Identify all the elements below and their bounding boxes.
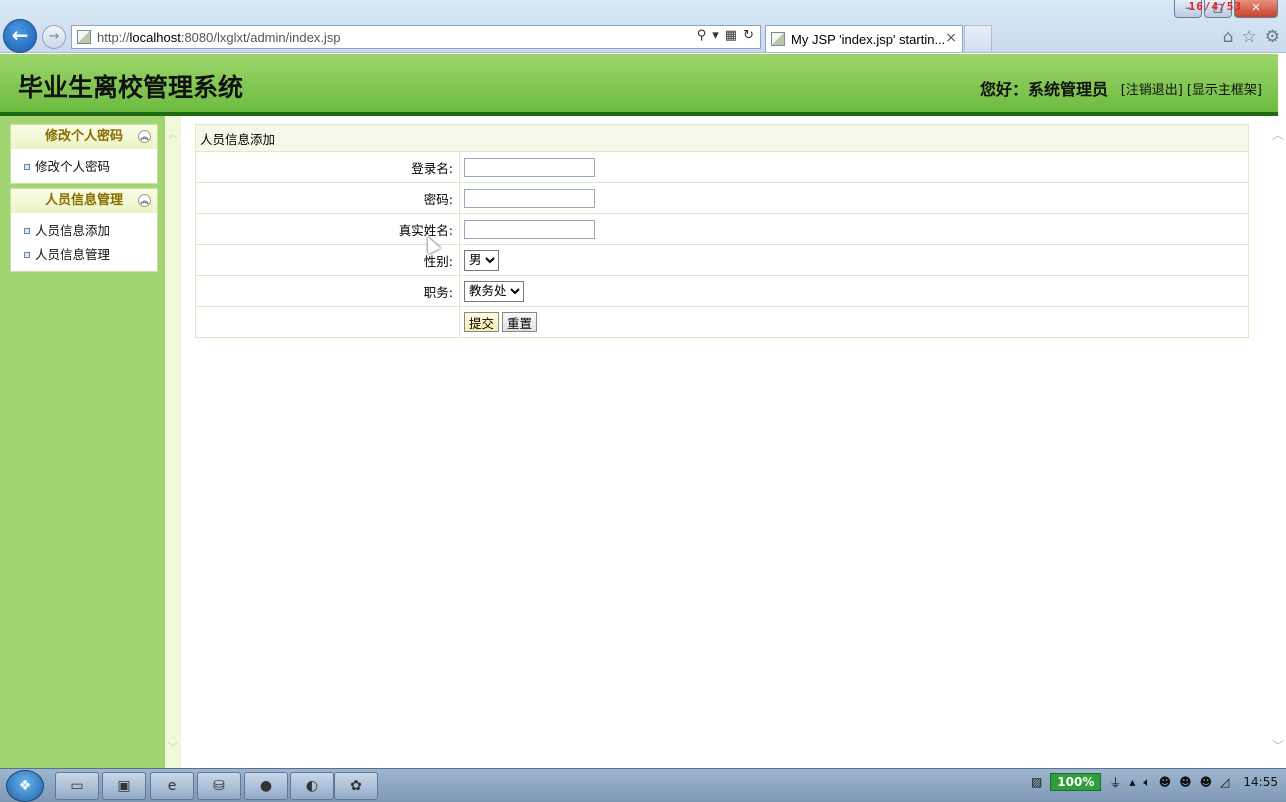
- folder-icon: ▭: [70, 778, 84, 794]
- scroll-down-icon[interactable]: ﹀: [1272, 737, 1284, 754]
- window-icon: ▣: [117, 778, 131, 794]
- menu-group-title: 人员信息管理: [44, 193, 123, 208]
- bullet-icon: [24, 228, 30, 234]
- ie-icon: e: [167, 778, 177, 794]
- eclipse-icon: ◐: [305, 778, 319, 794]
- battery-indicator[interactable]: 100%: [1050, 773, 1102, 791]
- login-name-label: 登录名:: [195, 151, 460, 183]
- sidebar-item-label: 人员信息管理: [35, 247, 111, 262]
- vertical-scrollbar[interactable]: ︿ ﹀: [1268, 116, 1286, 768]
- sidebar-item-label: 人员信息添加: [35, 223, 111, 238]
- password-label: 密码:: [195, 182, 460, 214]
- bullet-icon: [24, 164, 30, 170]
- taskbar-explorer-button[interactable]: ▭: [55, 772, 99, 800]
- add-personnel-form: 人员信息添加 登录名: 密码: 真实姓名: 性别: 男 职务: 教务处 提交 重…: [195, 124, 1249, 338]
- gender-select[interactable]: 男: [464, 249, 499, 271]
- collapse-icon[interactable]: ︽: [138, 194, 151, 207]
- forward-arrow-icon: →: [48, 29, 60, 44]
- system-title: 毕业生离校管理系统: [18, 73, 244, 102]
- address-bar[interactable]: http://localhost:8080/lxglxt/admin/index…: [71, 25, 761, 49]
- form-caption: 人员信息添加: [195, 124, 1249, 152]
- menu-group-password: 修改个人密码 ︽ 修改个人密码: [10, 124, 158, 184]
- leaf-icon: ✿: [350, 778, 362, 794]
- time-overlay: 16/4/53: [1188, 0, 1242, 13]
- tab-title: My JSP 'index.jsp' startin...: [791, 32, 946, 47]
- tab-favicon-icon: [771, 32, 785, 46]
- taskbar-app-button[interactable]: ▣: [102, 772, 146, 800]
- menu-group-personnel: 人员信息管理 ︽ 人员信息添加 人员信息管理: [10, 188, 158, 272]
- splitter-down-icon[interactable]: ﹀: [168, 739, 178, 754]
- search-icon[interactable]: ⚲: [697, 28, 707, 43]
- network-icon[interactable]: ◿: [1220, 775, 1229, 789]
- qq-icon[interactable]: ☻: [1200, 775, 1213, 789]
- submit-button[interactable]: 提交: [464, 312, 500, 332]
- logout-link[interactable]: [注销退出]: [1121, 79, 1183, 98]
- power-plug-icon[interactable]: ⏚: [1109, 774, 1121, 791]
- volume-icon[interactable]: 🔈︎: [1143, 775, 1150, 790]
- taskbar-app2-button[interactable]: ●: [244, 772, 288, 800]
- password-input[interactable]: [464, 188, 595, 208]
- login-name-input[interactable]: [464, 157, 595, 177]
- page-favicon-icon: [77, 30, 91, 44]
- app-icon: ●: [259, 778, 273, 794]
- sidebar-item-add-personnel[interactable]: 人员信息添加: [11, 219, 157, 243]
- empty-label-cell: [195, 306, 460, 338]
- home-icon[interactable]: ⌂: [1223, 27, 1234, 47]
- windows-logo-icon: ❖: [18, 778, 32, 794]
- back-button[interactable]: ←: [3, 19, 37, 53]
- qq-icon[interactable]: ☻: [1159, 775, 1172, 789]
- settings-gear-icon[interactable]: ⚙: [1265, 27, 1280, 47]
- tab-close-icon[interactable]: ×: [945, 30, 957, 46]
- collapse-icon[interactable]: ︽: [138, 130, 151, 143]
- url-text[interactable]: http://localhost:8080/lxglxt/admin/index…: [97, 30, 341, 45]
- frame-splitter[interactable]: ︿ ﹀: [165, 116, 181, 768]
- system-tray: ▨ 100% ⏚ ▴ 🔈︎ ☻ ☻ ☻ ◿ 14:55: [1031, 773, 1278, 791]
- url-prefix: http://: [97, 30, 130, 45]
- new-tab-button[interactable]: [964, 25, 992, 51]
- start-button[interactable]: ❖: [6, 770, 44, 802]
- database-icon: ⛁: [213, 778, 225, 794]
- taskbar-app4-button[interactable]: ✿: [334, 772, 378, 800]
- taskbar-clock[interactable]: 14:55: [1243, 775, 1278, 789]
- qq-icon[interactable]: ☻: [1179, 775, 1192, 789]
- menu-group-header[interactable]: 修改个人密码 ︽: [11, 125, 157, 149]
- sidebar-item-manage-personnel[interactable]: 人员信息管理: [11, 243, 157, 267]
- taskbar-ie-button[interactable]: e: [150, 772, 194, 800]
- taskbar-db-button[interactable]: ⛁: [197, 772, 241, 800]
- gender-label: 性别:: [195, 244, 460, 276]
- browser-tab-active[interactable]: My JSP 'index.jsp' startin... ×: [765, 25, 963, 52]
- duty-select[interactable]: 教务处: [464, 280, 524, 302]
- show-main-frame-link[interactable]: [显示主框架]: [1187, 79, 1262, 98]
- sidebar-item-change-password[interactable]: 修改个人密码: [11, 155, 157, 179]
- bullet-icon: [24, 252, 30, 258]
- user-greeting: 您好：系统管理员: [979, 80, 1108, 99]
- scroll-up-icon[interactable]: ︿: [1272, 126, 1284, 143]
- url-host: localhost: [129, 30, 181, 45]
- tray-expand-icon[interactable]: ▴: [1129, 775, 1135, 789]
- duty-label: 职务:: [195, 275, 460, 307]
- favorites-star-icon[interactable]: ☆: [1242, 27, 1257, 47]
- dropdown-icon[interactable]: ▾: [712, 28, 719, 43]
- real-name-input[interactable]: [464, 219, 595, 239]
- sidebar: 修改个人密码 ︽ 修改个人密码 人员信息管理 ︽ 人员信息添加 人员信息管理: [0, 116, 165, 768]
- splitter-up-icon[interactable]: ︿: [168, 126, 178, 141]
- compat-view-icon[interactable]: ▦: [725, 28, 737, 43]
- page-header: 毕业生离校管理系统 您好：系统管理员 [注销退出] [显示主框架]: [0, 54, 1278, 116]
- forward-button[interactable]: →: [42, 25, 66, 49]
- taskbar-app3-button[interactable]: ◐: [290, 772, 334, 800]
- sidebar-item-label: 修改个人密码: [35, 159, 111, 174]
- input-method-icon[interactable]: ▨: [1031, 775, 1042, 789]
- reset-button[interactable]: 重置: [502, 312, 538, 332]
- menu-group-title: 修改个人密码: [44, 129, 123, 144]
- main-content: 人员信息添加 登录名: 密码: 真实姓名: 性别: 男 职务: 教务处 提交 重…: [181, 116, 1260, 768]
- real-name-label: 真实姓名:: [195, 213, 460, 245]
- back-arrow-icon: ←: [11, 23, 29, 47]
- menu-group-header[interactable]: 人员信息管理 ︽: [11, 189, 157, 213]
- url-path: :8080/lxglxt/admin/index.jsp: [180, 30, 341, 45]
- taskbar: ❖ ▭ ▣ e ⛁ ● ◐ ✿ ▨ 100% ⏚ ▴ 🔈︎ ☻ ☻ ☻ ◿ 14…: [0, 768, 1286, 802]
- browser-chrome: – □ ✕ 16/4/53 ← → http://localhost:8080/…: [0, 0, 1286, 53]
- refresh-icon[interactable]: ↻: [743, 28, 754, 43]
